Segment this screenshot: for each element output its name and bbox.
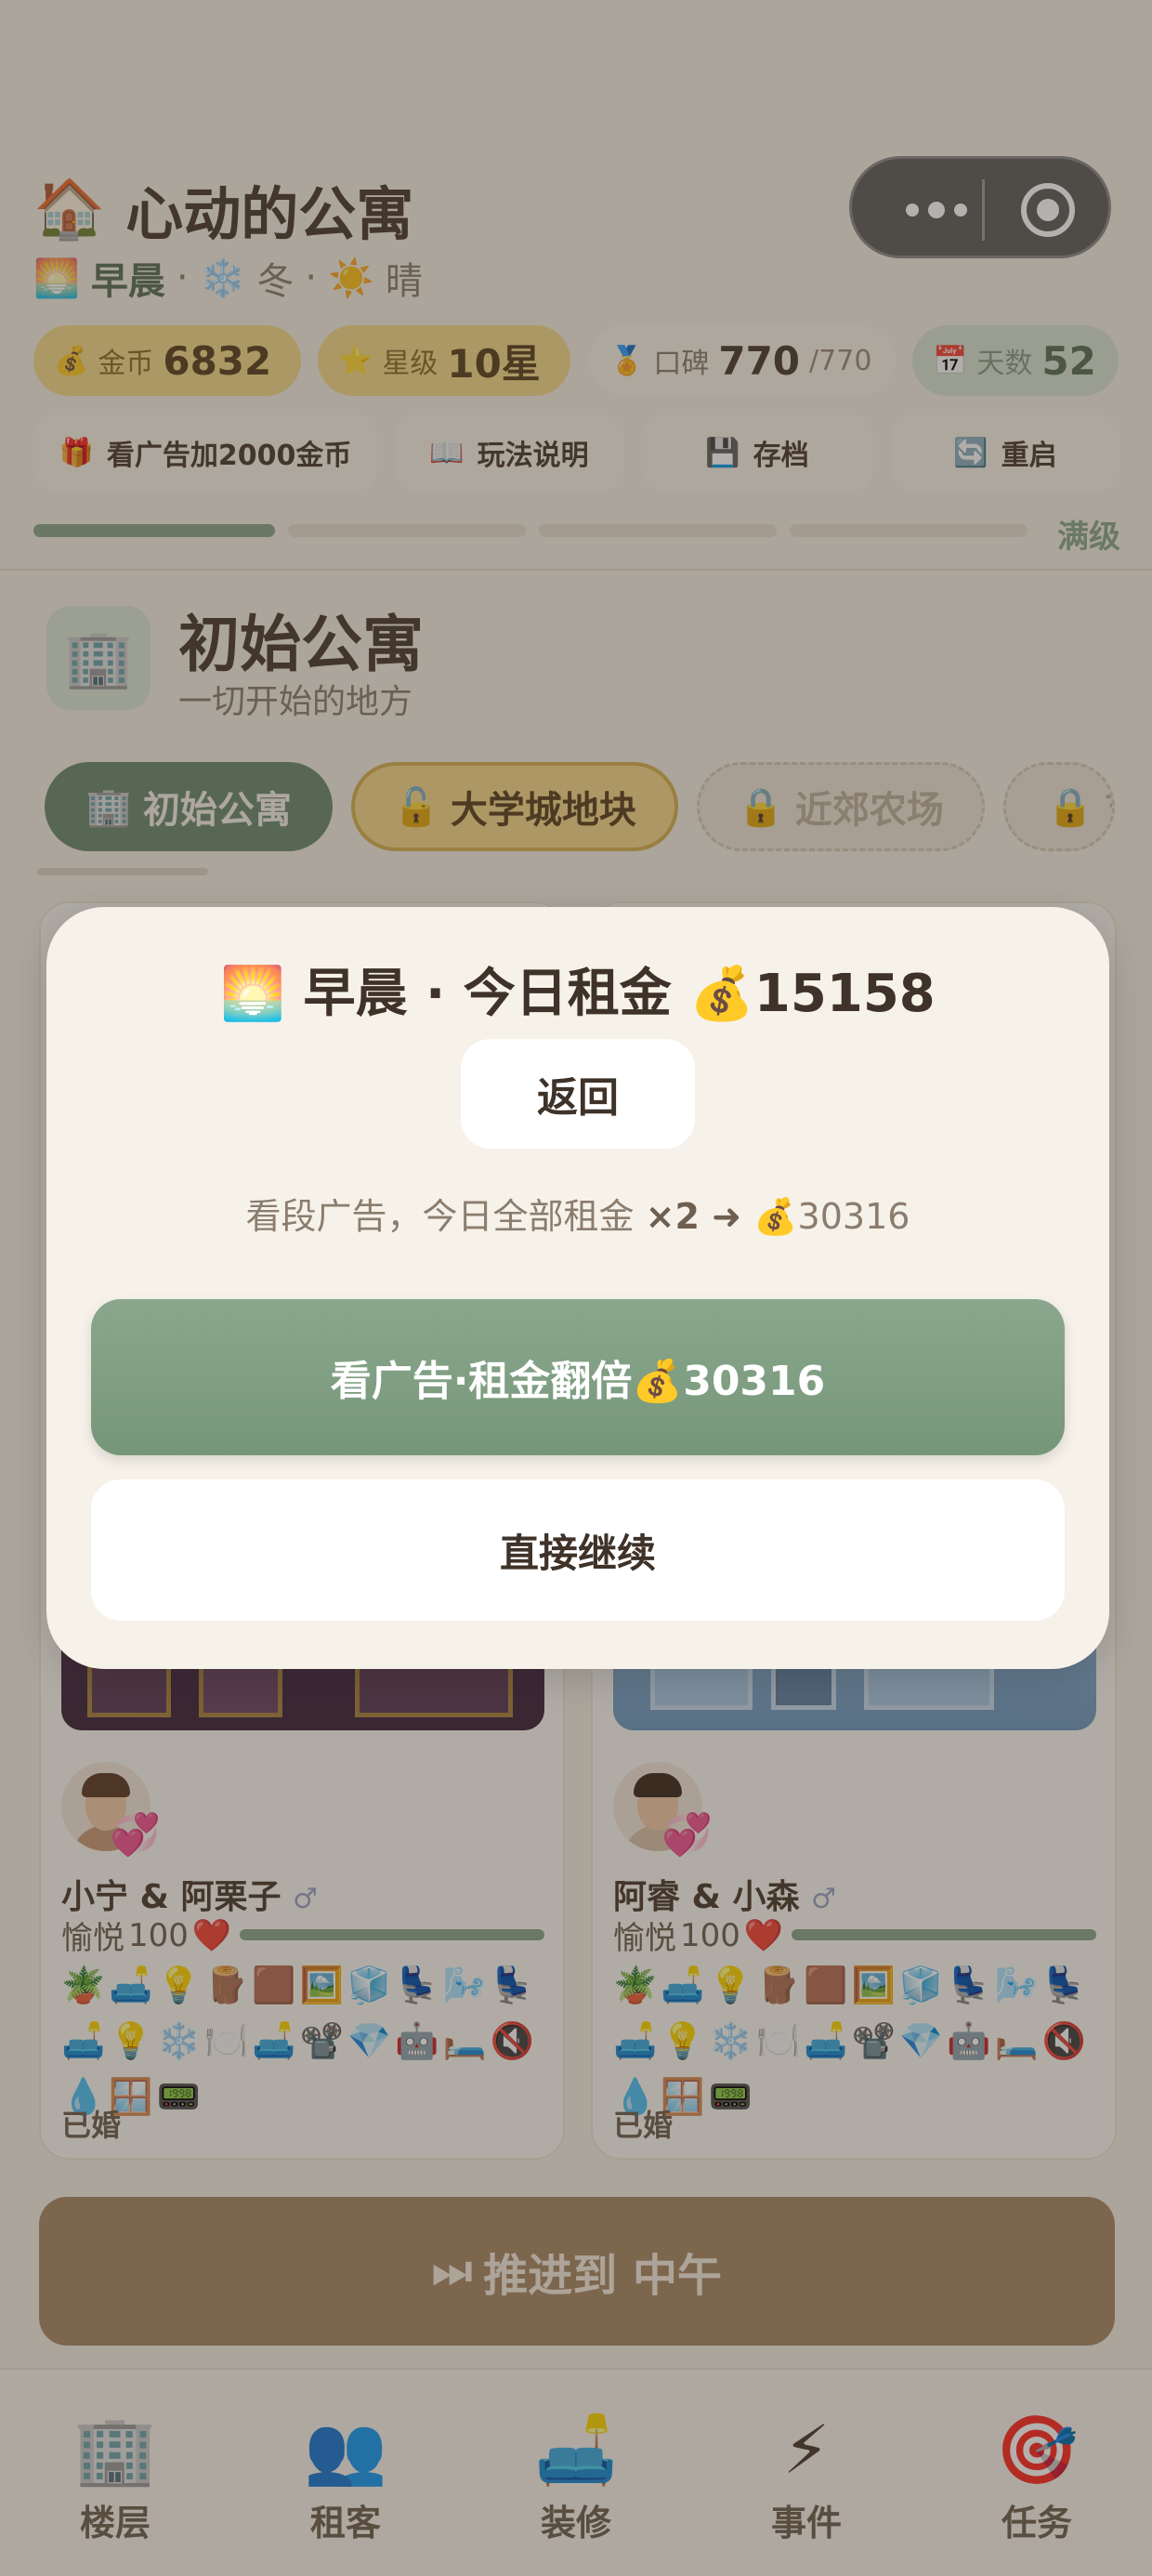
ad-hint-multiplier: ×2 ➜ — [645, 1196, 754, 1237]
ad-hint-value: 💰30316 — [753, 1196, 910, 1237]
daily-rent-modal: 🌅 早晨 · 今日租金 💰15158 返回 看段广告，今日全部租金 ×2 ➜ 💰… — [46, 907, 1109, 1669]
ad-hint: 看段广告，今日全部租金 ×2 ➜ 💰30316 — [46, 1188, 1109, 1239]
ad-hint-text: 看段广告，今日全部租金 — [245, 1196, 646, 1237]
app-page: 🏠 心动的公寓 🌅 早晨 · ❄️ 冬 · ☀️ 晴 💰 金币 6832 ⭐ 星… — [0, 0, 1152, 2576]
modal-title: 🌅 早晨 · 今日租金 💰15158 — [220, 964, 936, 1024]
back-button[interactable]: 返回 — [461, 1039, 695, 1149]
watch-ad-double-rent-button[interactable]: 看广告·租金翻倍💰30316 — [91, 1299, 1065, 1455]
continue-button[interactable]: 直接继续 — [91, 1479, 1065, 1621]
